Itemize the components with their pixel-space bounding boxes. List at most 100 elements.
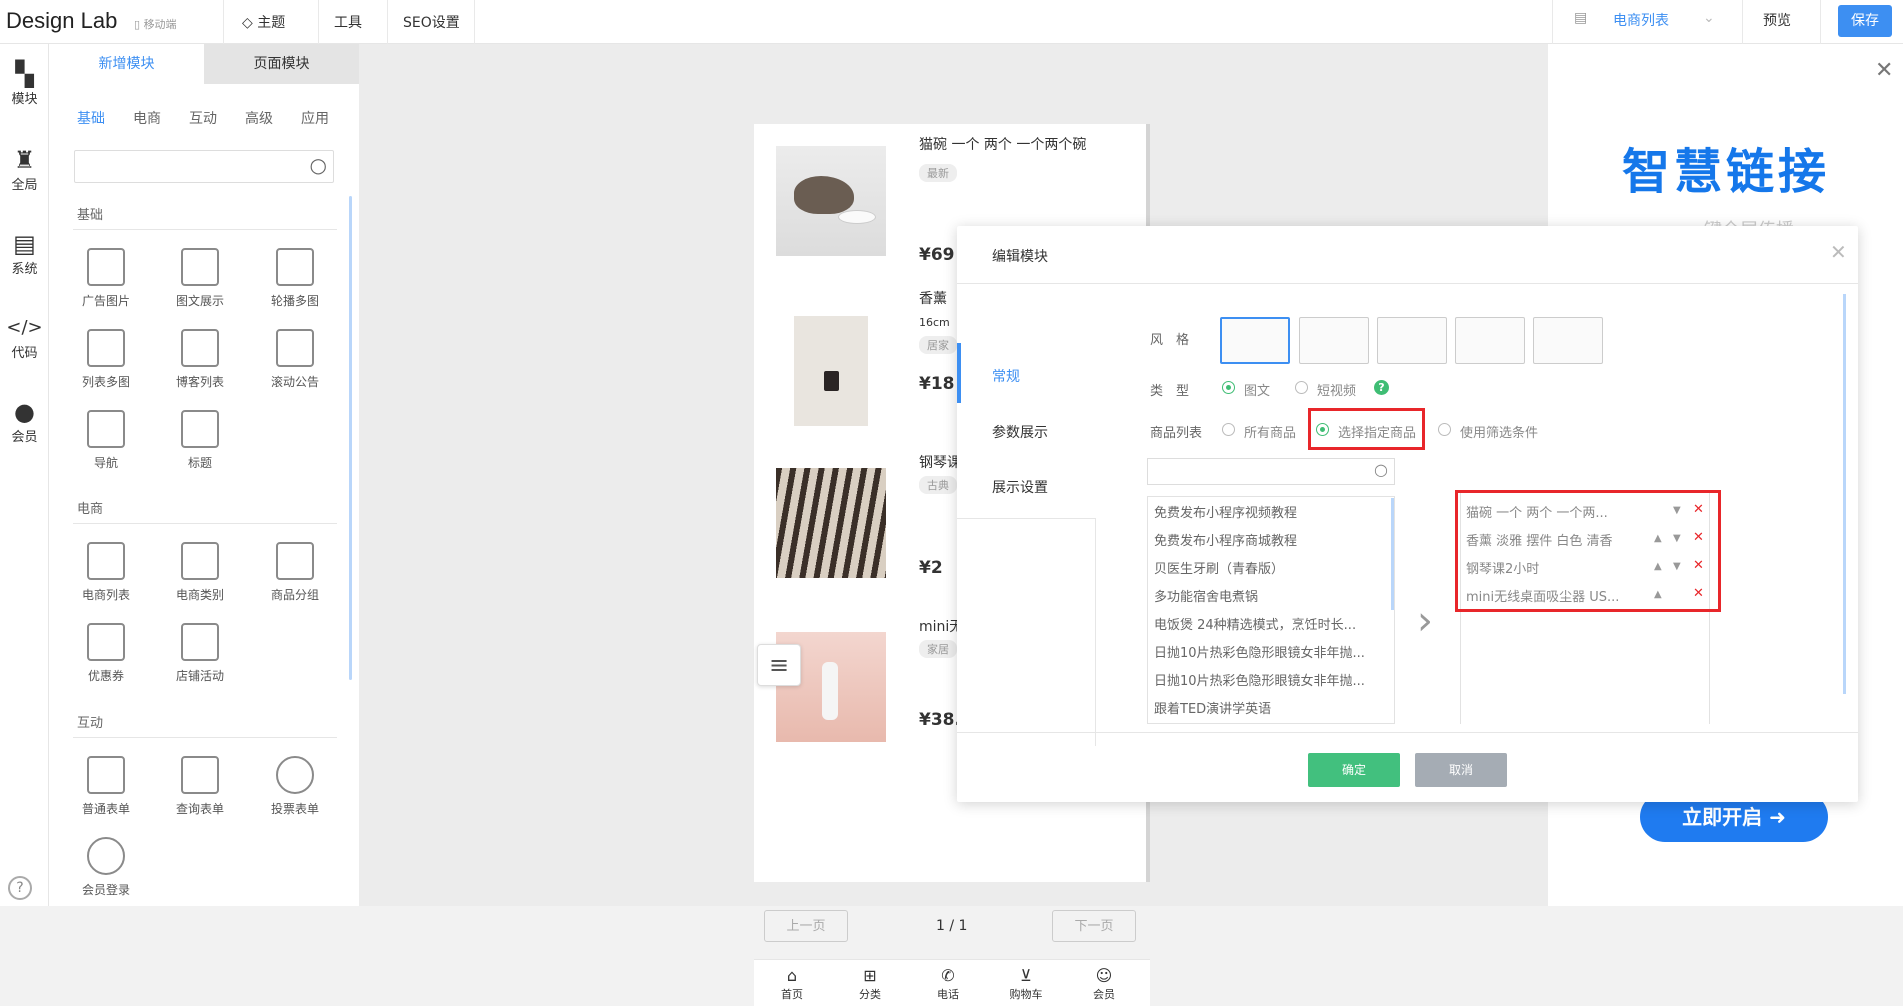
list-item[interactable]: 免费发布小程序商城教程 bbox=[1154, 530, 1382, 549]
promo-title: 智慧链接 bbox=[1622, 144, 1831, 200]
module-query-form[interactable]: 查询表单 bbox=[155, 756, 245, 817]
radio-label: 短视频 bbox=[1317, 384, 1357, 399]
module-label: 优惠券 bbox=[87, 669, 124, 683]
help-icon[interactable]: ? bbox=[8, 876, 32, 900]
subtab-advanced[interactable]: 高级 bbox=[245, 108, 273, 128]
list-item[interactable]: 贝医生牙刷（青春版） bbox=[1154, 558, 1382, 577]
chevron-down-icon[interactable]: ⌄ bbox=[1703, 10, 1715, 26]
module-nav[interactable]: 导航 bbox=[61, 410, 151, 471]
nav-member[interactable]: ● 会员 bbox=[0, 398, 49, 445]
module-form[interactable]: 普通表单 bbox=[61, 756, 151, 817]
style-option-5[interactable] bbox=[1533, 317, 1603, 364]
menu-icon[interactable]: ≡ bbox=[757, 644, 801, 686]
module-label: 店铺活动 bbox=[175, 669, 224, 683]
module-label: 导航 bbox=[93, 456, 118, 470]
close-icon[interactable]: ✕ bbox=[1830, 240, 1847, 264]
module-ecommerce-category[interactable]: 电商类别 bbox=[155, 542, 245, 603]
bottom-nav-label: 首页 bbox=[781, 988, 803, 1001]
cancel-button[interactable]: 取消 bbox=[1415, 753, 1507, 787]
seo-menu[interactable]: SEO设置 bbox=[403, 12, 460, 32]
list-scrollbar[interactable] bbox=[1391, 498, 1394, 610]
module-vote-form[interactable]: 投票表单 bbox=[250, 756, 340, 817]
module-notice[interactable]: 滚动公告 bbox=[250, 329, 340, 390]
nav-system[interactable]: ▤ 系统 bbox=[0, 230, 49, 277]
top-bar: Design Lab ▯ 移动端 ◇ 主题 工具 SEO设置 ▤ 电商列表 ⌄ … bbox=[0, 0, 1903, 44]
confirm-button[interactable]: 确定 bbox=[1308, 753, 1400, 787]
product-name: 香薰 bbox=[919, 291, 947, 307]
module-coupon[interactable]: 优惠券 bbox=[61, 623, 151, 684]
divider bbox=[223, 0, 224, 44]
tab-params[interactable]: 参数展示 bbox=[992, 422, 1048, 442]
nav-code[interactable]: </> 代码 bbox=[0, 314, 49, 361]
module-image-text[interactable]: 图文展示 bbox=[155, 248, 245, 309]
list-item[interactable]: 日抛10片热彩色隐形眼镜女非年抛... bbox=[1154, 670, 1382, 689]
module-member-login[interactable]: 会员登录 bbox=[61, 837, 151, 898]
module-carousel[interactable]: 轮播多图 bbox=[250, 248, 340, 309]
radio-short-video[interactable] bbox=[1295, 381, 1308, 394]
list-item[interactable]: 多功能宿舍电煮锅 bbox=[1154, 586, 1382, 605]
bottom-nav-category[interactable]: ⊞ 分类 bbox=[840, 966, 900, 1002]
preview-button[interactable]: 预览 bbox=[1763, 10, 1791, 30]
left-nav: ▚ 模块 ♜ 全局 ▤ 系统 </> 代码 ● 会员 bbox=[0, 44, 49, 906]
divider bbox=[1742, 0, 1743, 44]
list-item[interactable]: 跟着TED演讲学英语 bbox=[1154, 698, 1382, 717]
module-store-event[interactable]: 店铺活动 bbox=[155, 623, 245, 684]
check-circle-icon bbox=[276, 756, 314, 794]
radio-filter[interactable] bbox=[1438, 423, 1451, 436]
style-option-4[interactable] bbox=[1455, 317, 1525, 364]
radio-image-text[interactable] bbox=[1222, 381, 1235, 394]
subtab-ecommerce[interactable]: 电商 bbox=[133, 108, 161, 128]
help-icon[interactable]: ? bbox=[1374, 380, 1389, 395]
coupon-icon bbox=[87, 623, 125, 661]
nav-label: 系统 bbox=[11, 262, 38, 277]
next-page-button[interactable]: 下一页 bbox=[1052, 910, 1136, 942]
subtab-basic[interactable]: 基础 bbox=[77, 108, 105, 128]
document-icon: ▤ bbox=[13, 230, 36, 258]
module-product-group[interactable]: 商品分组 bbox=[250, 542, 340, 603]
style-option-2[interactable] bbox=[1299, 317, 1369, 364]
tab-add-module[interactable]: 新增模块 bbox=[49, 44, 204, 84]
theme-menu[interactable]: ◇ 主题 bbox=[242, 12, 285, 32]
dialog-scrollbar[interactable] bbox=[1843, 294, 1846, 694]
nav-global[interactable]: ♜ 全局 bbox=[0, 146, 49, 193]
bottom-nav-member[interactable]: ☺ 会员 bbox=[1074, 966, 1134, 1002]
chevron-right-icon[interactable]: › bbox=[1417, 598, 1433, 644]
save-button[interactable]: 保存 bbox=[1838, 5, 1892, 37]
tab-display[interactable]: 展示设置 bbox=[992, 477, 1048, 497]
module-label: 图文展示 bbox=[175, 294, 224, 308]
bottom-nav-label: 购物车 bbox=[1009, 988, 1043, 1001]
bottom-nav-phone[interactable]: ✆ 电话 bbox=[918, 966, 978, 1002]
subtab-interactive[interactable]: 互动 bbox=[189, 108, 217, 128]
subtab-app[interactable]: 应用 bbox=[301, 108, 329, 128]
list-item[interactable]: 电饭煲 24种精选模式，烹饪时长... bbox=[1154, 614, 1382, 633]
module-label: 普通表单 bbox=[81, 802, 130, 816]
module-search-input[interactable]: ○ bbox=[74, 150, 334, 183]
close-icon[interactable]: ✕ bbox=[1875, 58, 1893, 83]
module-label: 会员登录 bbox=[81, 883, 130, 897]
theme-label: 主题 bbox=[257, 15, 286, 31]
tools-menu[interactable]: 工具 bbox=[334, 12, 362, 32]
mobile-toggle[interactable]: ▯ 移动端 bbox=[134, 16, 177, 32]
module-ecommerce-list[interactable]: 电商列表 bbox=[61, 542, 151, 603]
prev-page-button[interactable]: 上一页 bbox=[764, 910, 848, 942]
page-select[interactable]: 电商列表 bbox=[1613, 10, 1669, 30]
store-icon bbox=[181, 623, 219, 661]
radio-all-products[interactable] bbox=[1222, 423, 1235, 436]
module-list-images[interactable]: 列表多图 bbox=[61, 329, 151, 390]
product-search-input[interactable]: ○ bbox=[1147, 458, 1395, 485]
module-blog-list[interactable]: 博客列表 bbox=[155, 329, 245, 390]
panel-scrollbar[interactable] bbox=[349, 196, 352, 680]
section-title: 基础 bbox=[77, 208, 104, 223]
list-item[interactable]: 日抛10片热彩色隐形眼镜女非年抛... bbox=[1154, 642, 1382, 661]
module-ad-image[interactable]: 广告图片 bbox=[61, 248, 151, 309]
bottom-nav-cart[interactable]: ⊻ 购物车 bbox=[996, 966, 1056, 1002]
style-option-1[interactable] bbox=[1220, 317, 1290, 364]
list-item[interactable]: 免费发布小程序视频教程 bbox=[1154, 502, 1382, 521]
bottom-nav-home[interactable]: ⌂ 首页 bbox=[762, 966, 822, 1002]
module-title[interactable]: 标题 bbox=[155, 410, 245, 471]
tab-page-module[interactable]: 页面模块 bbox=[204, 44, 359, 84]
style-option-3[interactable] bbox=[1377, 317, 1447, 364]
tab-general[interactable]: 常规 bbox=[992, 366, 1020, 386]
nav-icon bbox=[87, 410, 125, 448]
nav-modules[interactable]: ▚ 模块 bbox=[0, 60, 49, 107]
